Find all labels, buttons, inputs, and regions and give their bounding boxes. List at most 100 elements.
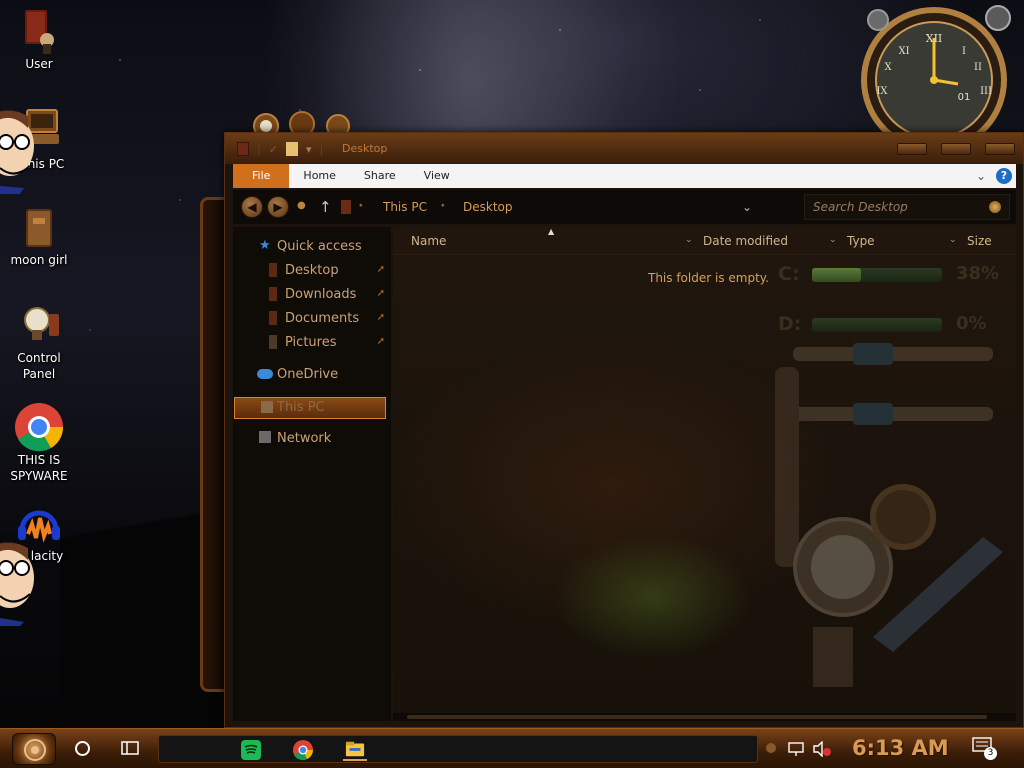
breadcrumb-this-pc[interactable]: This PC	[383, 200, 427, 214]
desktop-icon-chrome[interactable]: THIS IS SPYWARE	[0, 402, 78, 484]
star-icon: ★	[259, 238, 271, 253]
desktop-folder-icon	[269, 263, 277, 277]
desktop-icon-control-panel[interactable]: Control Panel	[0, 300, 78, 382]
nav-item-pictures[interactable]: Pictures ➚	[233, 331, 391, 355]
nav-item-label: Downloads	[285, 287, 357, 302]
back-button[interactable]: ◀	[241, 196, 263, 218]
search-input[interactable]	[805, 195, 985, 219]
nav-item-desktop[interactable]: Desktop ➚	[233, 259, 391, 283]
window-title: Desktop	[342, 142, 388, 155]
steampunk-clock-widget: XII I II III IX X XI 01	[861, 5, 1011, 134]
nav-item-label: Network	[277, 431, 332, 446]
recent-locations-icon[interactable]: ●	[297, 200, 306, 211]
search-icon[interactable]	[989, 201, 1001, 213]
documents-folder-icon	[269, 311, 277, 325]
column-header-date-modified[interactable]: Date modified	[703, 234, 788, 248]
address-dropdown-chevron-icon[interactable]: ⌄	[742, 200, 752, 214]
column-filter-chevron-icon[interactable]: ⌄	[949, 235, 957, 245]
steampunk-frame-decoration	[200, 197, 226, 692]
up-arrow-icon[interactable]: ↑	[319, 198, 332, 216]
volume-muted-icon[interactable]	[812, 741, 832, 757]
clock-date: 01	[958, 92, 971, 103]
task-view-icon[interactable]	[121, 741, 139, 755]
taskbar-clock[interactable]: 6:13 AM	[852, 736, 949, 760]
window-controls	[897, 143, 1015, 155]
maximize-button[interactable]	[941, 143, 971, 155]
spotify-icon[interactable]	[239, 739, 263, 761]
minimize-button[interactable]	[897, 143, 927, 155]
title-bar[interactable]: | ✓ ▾ | Desktop	[225, 133, 1023, 164]
search-box[interactable]	[804, 194, 1010, 220]
pin-icon[interactable]: ➚	[377, 264, 385, 275]
file-list-area[interactable]: ▲ Name ⌄ Date modified ⌄ Type ⌄ Size Thi…	[393, 227, 1016, 713]
nav-item-label: Pictures	[285, 335, 337, 350]
close-button[interactable]	[985, 143, 1015, 155]
clock-numeral: IX	[876, 86, 888, 97]
tray-gear-icon[interactable]	[766, 743, 776, 753]
breadcrumb-chevron-icon[interactable]: ⬩	[359, 200, 363, 211]
pin-icon[interactable]: ➚	[377, 288, 385, 299]
separator-icon: |	[319, 142, 324, 156]
cloud-icon	[257, 369, 273, 379]
nav-item-this-pc[interactable]: This PC	[234, 397, 386, 419]
pin-icon[interactable]: ➚	[377, 312, 385, 323]
gear-start-icon	[24, 739, 46, 761]
cartoon-character-decoration	[0, 110, 34, 194]
address-toolbar: ◀ ▶ ● ↑ ⬩ This PC ⬩ Desktop ⌄ ↻	[233, 190, 1016, 224]
computer-small-icon	[341, 200, 351, 214]
start-button[interactable]	[12, 733, 56, 765]
breadcrumb-desktop[interactable]: Desktop	[463, 200, 513, 214]
column-header-type[interactable]: Type	[847, 234, 875, 248]
steampunk-machine-decoration	[775, 343, 1003, 687]
scrollbar-thumb[interactable]	[407, 715, 987, 719]
clock-numeral: II	[974, 62, 982, 73]
tab-home[interactable]: Home	[289, 164, 349, 188]
help-icon[interactable]: ?	[996, 168, 1012, 184]
explorer-icon[interactable]	[237, 142, 249, 156]
nav-item-downloads[interactable]: Downloads ➚	[233, 283, 391, 307]
clock-numeral: X	[884, 62, 892, 73]
ribbon-tabs: File Home Share View ⌄ ?	[233, 164, 1016, 188]
drive-usage-fill	[812, 268, 862, 282]
expand-ribbon-chevron-icon[interactable]: ⌄	[976, 169, 986, 183]
cortana-search-icon[interactable]	[75, 741, 90, 756]
pin-icon[interactable]: ➚	[377, 336, 385, 347]
column-header-name[interactable]: Name	[411, 234, 446, 248]
nav-item-documents[interactable]: Documents ➚	[233, 307, 391, 331]
taskbar: 6:13 AM 3	[0, 728, 1024, 768]
forward-button[interactable]: ▶	[267, 196, 289, 218]
tab-share[interactable]: Share	[350, 164, 410, 188]
folder-icon	[26, 209, 52, 247]
properties-icon[interactable]: ✓	[269, 143, 278, 156]
taskbar-app-band	[158, 735, 758, 763]
customize-qat-chevron-icon[interactable]: ▾	[306, 143, 312, 156]
pictures-folder-icon	[269, 335, 277, 349]
breadcrumb-chevron-icon[interactable]: ⬩	[441, 200, 445, 211]
network-disconnected-icon[interactable]	[788, 741, 806, 757]
drive-usage-bar	[812, 268, 942, 282]
desktop-icon-label: User	[25, 57, 53, 71]
desktop-icon-moon-girl[interactable]: moon girl	[0, 204, 78, 268]
navigation-pane: ★ Quick access Desktop ➚ Downloads ➚ Doc…	[233, 227, 391, 721]
drive-usage-percent: 0%	[956, 313, 987, 334]
cartoon-character-decoration	[0, 542, 34, 626]
nav-item-quick-access[interactable]: ★ Quick access	[233, 235, 391, 259]
new-folder-icon[interactable]	[285, 142, 298, 156]
horizontal-scrollbar[interactable]	[393, 713, 1016, 721]
action-center-button[interactable]: 3	[972, 737, 997, 761]
column-header-size[interactable]: Size	[967, 234, 992, 248]
nav-item-onedrive[interactable]: OneDrive	[233, 363, 391, 387]
drive-usage-percent: 38%	[956, 263, 1000, 284]
drive-usage-bar	[812, 318, 942, 332]
file-explorer-icon[interactable]	[343, 739, 367, 761]
column-filter-chevron-icon[interactable]: ⌄	[829, 235, 837, 245]
tab-file[interactable]: File	[233, 164, 290, 188]
nav-item-network[interactable]: Network	[233, 427, 391, 451]
desktop-icon-user[interactable]: User	[0, 6, 78, 72]
address-bar[interactable]: ⬩ This PC ⬩ Desktop ⌄ ↻	[337, 194, 884, 220]
column-filter-chevron-icon[interactable]: ⌄	[685, 235, 693, 245]
network-icon	[259, 431, 271, 443]
tab-view[interactable]: View	[410, 164, 464, 188]
chrome-icon[interactable]	[291, 739, 315, 761]
chrome-icon	[15, 403, 64, 452]
